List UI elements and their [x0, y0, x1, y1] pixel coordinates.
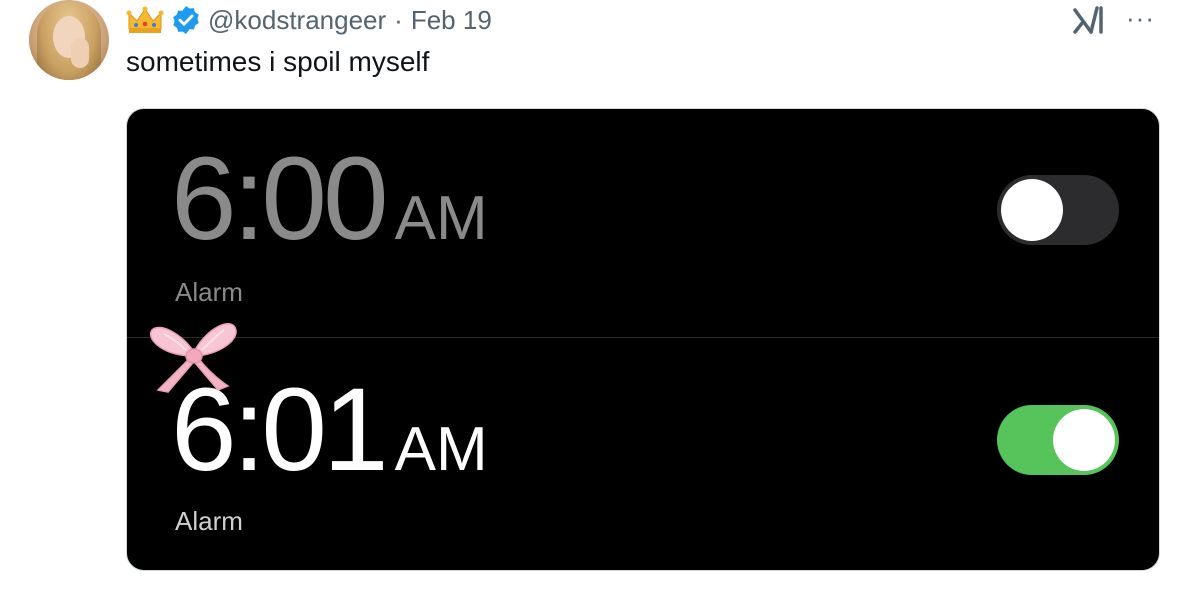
alarm-row: 6:00 AM Alarm [127, 109, 1159, 337]
alarm-time: 6:00 AM [171, 131, 488, 267]
avatar-hand [71, 38, 89, 68]
header-separator: · [394, 4, 403, 35]
alarm-toggle-off [997, 175, 1119, 245]
tweet-header: @kodstrangeer · Feb 19 [126, 2, 492, 38]
alarm-ampm: AM [394, 184, 488, 253]
alarm-ampm: AM [394, 415, 488, 484]
verified-badge-icon[interactable] [170, 4, 202, 36]
alarm-label: Alarm [175, 277, 243, 307]
grok-icon[interactable] [1071, 6, 1107, 36]
tweet-media-image[interactable]: 6:00 AM Alarm 6:01 AM Alarm [126, 108, 1160, 571]
tweet-text: sometimes i spoil myself [126, 46, 430, 77]
alarm-time-value: 6:00 [171, 133, 389, 265]
toggle-knob [1053, 409, 1115, 471]
crown-emoji-icon [126, 6, 164, 33]
toggle-knob [1001, 179, 1063, 241]
avatar[interactable] [29, 0, 109, 80]
alarm-row: 6:01 AM Alarm [127, 338, 1159, 570]
alarm-toggle-on [997, 405, 1119, 475]
more-options-icon[interactable]: ··· [1126, 5, 1160, 34]
alarm-label: Alarm [175, 506, 243, 536]
user-handle[interactable]: @kodstrangeer [208, 5, 386, 36]
tweet-date[interactable]: Feb 19 [411, 5, 492, 36]
tweet: @kodstrangeer · Feb 19 ··· sometimes i s… [0, 0, 1187, 596]
pink-bow-icon [149, 323, 237, 393]
